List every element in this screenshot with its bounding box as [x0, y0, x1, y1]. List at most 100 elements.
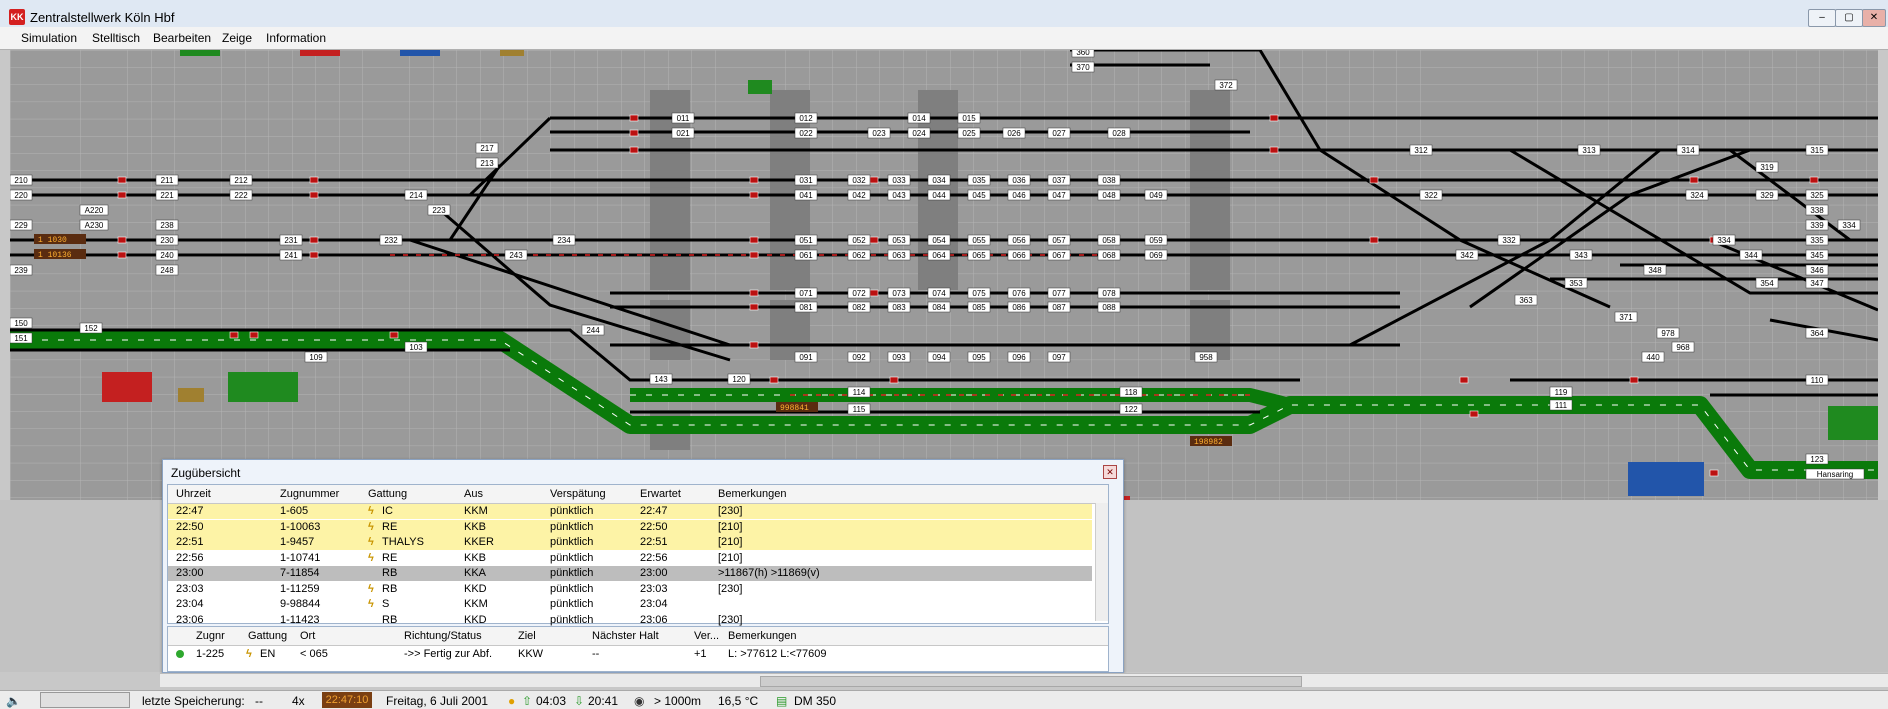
signal-marker[interactable] — [117, 251, 127, 259]
track-label[interactable]: 234 — [557, 236, 571, 245]
track-label[interactable]: Hansaring — [1817, 470, 1853, 479]
track-label[interactable]: 364 — [1810, 329, 1824, 338]
sound-icon[interactable]: 🔈 — [6, 694, 21, 708]
signal-marker[interactable] — [309, 236, 319, 244]
track-label[interactable]: 115 — [853, 405, 866, 414]
menu-zeige[interactable]: Zeige — [222, 31, 252, 45]
track-label[interactable]: 230 — [160, 236, 174, 245]
signal-marker[interactable] — [309, 176, 319, 184]
track-label[interactable]: 345 — [1810, 251, 1824, 260]
track-label[interactable]: 083 — [892, 303, 906, 312]
track-label[interactable]: 077 — [1052, 289, 1066, 298]
signal-marker[interactable] — [749, 191, 759, 199]
track-label[interactable]: 012 — [799, 114, 813, 123]
track-label[interactable]: 120 — [732, 375, 746, 384]
track-label[interactable]: 052 — [852, 236, 866, 245]
signal-marker[interactable] — [749, 176, 759, 184]
track-label[interactable]: 325 — [1810, 191, 1824, 200]
track-label[interactable]: 025 — [962, 129, 976, 138]
track-label[interactable]: 057 — [1052, 236, 1066, 245]
track-label[interactable]: 111 — [1555, 401, 1568, 410]
track-label[interactable]: 092 — [852, 353, 866, 362]
signal-marker[interactable] — [1709, 469, 1719, 477]
track-label[interactable]: 119 — [1555, 388, 1568, 397]
track-label[interactable]: 041 — [799, 191, 813, 200]
track-label[interactable]: 076 — [1012, 289, 1026, 298]
track-label[interactable]: 329 — [1760, 191, 1774, 200]
track-label[interactable]: 097 — [1052, 353, 1066, 362]
track-label[interactable]: 334 — [1717, 236, 1731, 245]
signal-marker[interactable] — [749, 341, 759, 349]
track-label[interactable]: 348 — [1648, 266, 1662, 275]
track-label[interactable]: 360 — [1076, 50, 1090, 57]
track-label[interactable]: 109 — [309, 353, 323, 362]
track-label[interactable]: 118 — [1125, 388, 1138, 397]
track-label[interactable]: 045 — [972, 191, 986, 200]
signal-marker[interactable] — [629, 146, 639, 154]
track-label[interactable]: 315 — [1810, 146, 1824, 155]
train-table[interactable]: Uhrzeit Zugnummer Gattung Aus Verspätung… — [167, 484, 1109, 626]
track-label[interactable]: 371 — [1619, 313, 1633, 322]
track-label[interactable]: 958 — [1199, 353, 1213, 362]
scrollbar-thumb[interactable] — [760, 676, 1302, 687]
signal-marker[interactable] — [1629, 376, 1639, 384]
signal-marker[interactable] — [1689, 176, 1699, 184]
track-label[interactable]: 047 — [1052, 191, 1066, 200]
track-diagram-svg[interactable]: 1 1030 1 10136 998841 198982 360 370 372 011 01… — [10, 50, 1878, 500]
signal-marker[interactable] — [869, 176, 879, 184]
track-label[interactable]: 058 — [1102, 236, 1116, 245]
signal-marker[interactable] — [749, 251, 759, 259]
track-label[interactable]: 075 — [972, 289, 986, 298]
signal-marker[interactable] — [1269, 146, 1279, 154]
track-label[interactable]: 022 — [799, 129, 813, 138]
track-label[interactable]: 035 — [972, 176, 986, 185]
column-header[interactable]: Richtung/Status — [404, 630, 482, 642]
track-label[interactable]: 043 — [892, 191, 906, 200]
signal-marker[interactable] — [629, 129, 639, 137]
track-label[interactable]: 063 — [892, 251, 906, 260]
track-label[interactable]: 332 — [1502, 236, 1516, 245]
column-header[interactable]: Zugnr — [196, 630, 225, 642]
track-label[interactable]: 065 — [972, 251, 986, 260]
track-label[interactable]: 088 — [1102, 303, 1116, 312]
track-label[interactable]: 038 — [1102, 176, 1116, 185]
track-label[interactable]: 049 — [1149, 191, 1163, 200]
track-label[interactable]: 313 — [1582, 146, 1596, 155]
track-label[interactable]: 074 — [932, 289, 946, 298]
track-label[interactable]: 110 — [1811, 376, 1824, 385]
signal-marker[interactable] — [1269, 114, 1279, 122]
track-label[interactable]: 085 — [972, 303, 986, 312]
track-label[interactable]: A230 — [85, 221, 104, 230]
track-label[interactable]: 334 — [1842, 221, 1856, 230]
track-label[interactable]: 023 — [872, 129, 886, 138]
signal-marker[interactable] — [749, 236, 759, 244]
table-row[interactable]: 23:04 9-98844 ϟ S KKM pünktlich 23:04 — [168, 597, 1092, 612]
track-label[interactable]: 248 — [160, 266, 174, 275]
track-label[interactable]: 084 — [932, 303, 946, 312]
track-label[interactable]: 152 — [84, 324, 98, 333]
track-label[interactable]: 212 — [234, 176, 248, 185]
minimize-button[interactable]: – — [1808, 9, 1836, 27]
track-label[interactable]: 081 — [799, 303, 813, 312]
track-label[interactable]: 231 — [284, 236, 298, 245]
track-label[interactable]: 222 — [234, 191, 248, 200]
track-label[interactable]: 051 — [799, 236, 813, 245]
track-label[interactable]: 042 — [852, 191, 866, 200]
track-label[interactable]: 091 — [799, 353, 813, 362]
column-header[interactable]: Bemerkungen — [718, 488, 787, 500]
track-label[interactable]: 221 — [160, 191, 174, 200]
track-label[interactable]: 031 — [799, 176, 813, 185]
track-label[interactable]: 059 — [1149, 236, 1163, 245]
signal-marker[interactable] — [389, 331, 399, 339]
track-label[interactable]: 034 — [932, 176, 946, 185]
maximize-button[interactable]: ▢ — [1835, 9, 1863, 27]
menu-bearbeiten[interactable]: Bearbeiten — [153, 31, 211, 45]
signal-marker[interactable] — [309, 251, 319, 259]
track-label[interactable]: 232 — [384, 236, 398, 245]
track-label[interactable]: 339 — [1810, 221, 1824, 230]
track-label[interactable]: 053 — [892, 236, 906, 245]
track-label[interactable]: 014 — [912, 114, 926, 123]
signal-marker[interactable] — [1809, 176, 1819, 184]
track-label[interactable]: 123 — [1810, 455, 1824, 464]
signal-marker[interactable] — [749, 303, 759, 311]
